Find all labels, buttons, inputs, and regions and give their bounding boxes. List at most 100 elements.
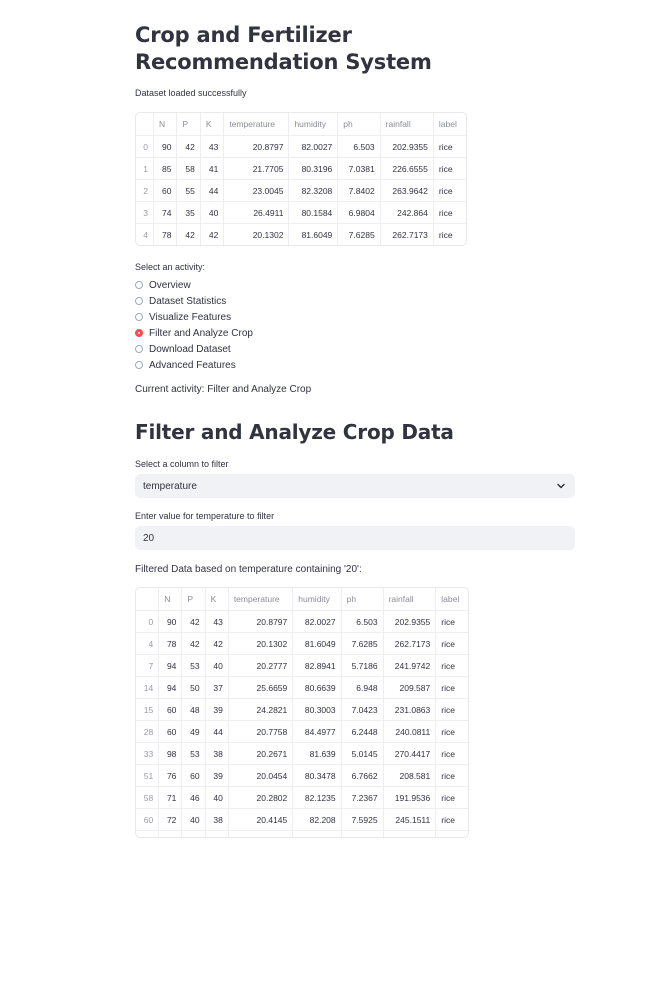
radio-selected-icon[interactable] [135, 329, 143, 337]
table-cell: 53 [182, 655, 206, 677]
column-header[interactable]: humidity [289, 113, 339, 136]
table-row: 4 78 42 42 20.1302 81.6049 7.6285 262.7173 rice [136, 224, 466, 245]
table-cell: 20.2777 [228, 655, 294, 677]
column-select-label: Select a column to filter [135, 459, 229, 469]
radio-icon[interactable] [135, 313, 143, 321]
filter-value-input[interactable] [135, 526, 575, 550]
column-header[interactable]: N [154, 113, 178, 136]
column-select[interactable]: temperature [135, 474, 575, 498]
table-cell: 98 [159, 743, 183, 765]
table-cell: 7.8402 [338, 180, 381, 202]
table-cell: 7.2367 [341, 787, 384, 809]
table-cell: 24.2821 [228, 699, 294, 721]
column-header[interactable]: label [436, 588, 468, 611]
activity-option[interactable]: Advanced Features [135, 358, 236, 372]
dataset-preview-table[interactable]: N P Ktemperature humidity ph rainfall label 09… [135, 112, 467, 246]
table-cell: 7.6285 [338, 224, 381, 245]
table-cell: 82.3208 [289, 180, 339, 202]
table-cell: 42 [205, 633, 229, 655]
column-header[interactable]: rainfall [383, 588, 437, 611]
table-cell: 20.4145 [228, 809, 294, 831]
table-row: 1 85 58 41 21.7705 80.3196 7.0381 226.6555 rice [136, 158, 466, 180]
column-header[interactable]: K [200, 113, 225, 136]
table-cell: 7.0381 [338, 158, 381, 180]
activity-option[interactable]: Filter and Analyze Crop [135, 326, 253, 340]
filter-input-label: Enter value for temperature to filter [135, 511, 275, 521]
table-cell: 20.8797 [224, 136, 290, 158]
table-cell [342, 831, 384, 837]
row-index: 15 [136, 699, 160, 721]
activity-option[interactable]: Overview [135, 278, 191, 292]
table-cell: 263.9642 [380, 180, 434, 202]
table-cell: 80.3478 [293, 765, 342, 787]
table-cell: 81.6049 [289, 224, 339, 245]
column-header[interactable]: K [205, 588, 229, 611]
table-header-row: N P Ktemperature humidity ph rainfall label [136, 588, 468, 611]
radio-icon[interactable] [135, 297, 143, 305]
table-cell: 42 [182, 611, 206, 633]
column-header[interactable] [136, 113, 155, 136]
activity-option[interactable]: Download Dataset [135, 342, 231, 356]
table-cell: rice [436, 765, 468, 787]
table-cell: 90 [154, 136, 178, 158]
table-cell: 208.581 [383, 765, 437, 787]
table-row: 4 78 42 42 20.1302 81.6049 7.6285 262.7173 rice [136, 633, 468, 655]
table-cell: 78 [159, 633, 183, 655]
radio-icon[interactable] [135, 281, 143, 289]
table-cell: 38 [205, 809, 229, 831]
table-cell: 20.2671 [228, 743, 294, 765]
activity-option-label: Advanced Features [149, 359, 236, 371]
column-header[interactable]: N [159, 588, 183, 611]
table-cell: 231.0863 [383, 699, 437, 721]
table-row: 3 74 35 40 26.4911 80.1584 6.9804 242.864 rice [136, 202, 466, 224]
table-cell: 202.9355 [383, 611, 437, 633]
radio-icon[interactable] [135, 361, 143, 369]
table-row: 58 71 46 40 20.2802 82.1235 7.2367 191.9536 rice [136, 787, 468, 809]
column-header[interactable]: temperature [224, 113, 290, 136]
radio-icon[interactable] [135, 345, 143, 353]
column-header[interactable]: ph [341, 588, 384, 611]
table-cell: 202.9355 [380, 136, 434, 158]
table-cell [182, 831, 206, 837]
table-cell: rice [436, 721, 468, 743]
table-header-row: N P Ktemperature humidity ph rainfall label [136, 113, 466, 136]
column-header[interactable]: label [433, 113, 466, 136]
table-cell [206, 831, 229, 837]
row-index: 60 [136, 809, 160, 831]
table-cell: rice [436, 633, 468, 655]
table-cell: 85 [154, 158, 178, 180]
row-index: 0 [136, 611, 160, 633]
table-row: 0 90 42 43 20.8797 82.0027 6.503 202.9355 rice [136, 136, 466, 158]
column-header[interactable]: rainfall [380, 113, 434, 136]
column-header[interactable]: temperature [228, 588, 294, 611]
table-cell: 50 [182, 677, 206, 699]
column-header[interactable]: ph [338, 113, 381, 136]
row-index: 28 [136, 721, 160, 743]
table-cell: 74 [154, 202, 178, 224]
table-cell: rice [436, 655, 468, 677]
column-header[interactable] [136, 588, 160, 611]
current-activity-text: Current activity: Filter and Analyze Cro… [135, 384, 312, 395]
activity-option[interactable]: Visualize Features [135, 310, 231, 324]
activity-option-label: Download Dataset [149, 343, 231, 355]
table-cell [229, 831, 294, 837]
filtered-data-table[interactable]: N P Ktemperature humidity ph rainfall label 0 9… [135, 587, 469, 838]
table-cell: 40 [205, 655, 229, 677]
table-cell: rice [433, 180, 466, 202]
row-index: 7 [136, 655, 160, 677]
table-cell: 80.3196 [289, 158, 339, 180]
table-cell: 242.864 [380, 202, 434, 224]
activity-option[interactable]: Dataset Statistics [135, 294, 226, 308]
table-row: 0 90 42 43 20.8797 82.0027 6.503 202.9355 rice [136, 611, 468, 633]
table-cell: 42 [177, 224, 201, 245]
table-cell: 80.1584 [289, 202, 339, 224]
column-header[interactable]: P [177, 113, 201, 136]
table-cell: 191.9536 [383, 787, 437, 809]
table-cell: rice [436, 677, 468, 699]
column-header[interactable]: P [182, 588, 206, 611]
row-index: 1 [136, 158, 155, 180]
column-header[interactable]: humidity [293, 588, 342, 611]
row-index: 33 [136, 743, 160, 765]
table-cell: 94 [159, 677, 183, 699]
table-cell: 5.7186 [341, 655, 384, 677]
